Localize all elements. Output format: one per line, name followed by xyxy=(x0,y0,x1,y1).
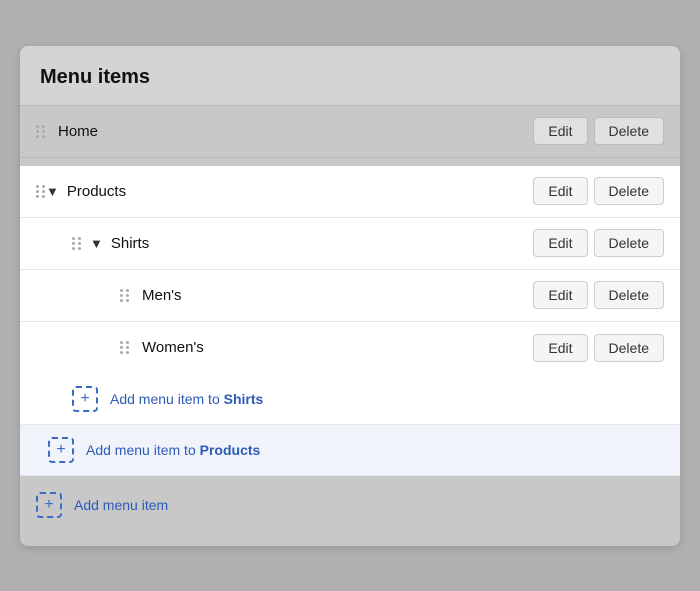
womens-edit-button[interactable]: Edit xyxy=(533,334,587,362)
mens-actions: Edit Delete xyxy=(533,281,664,309)
mens-edit-button[interactable]: Edit xyxy=(533,281,587,309)
home-actions: Edit Delete xyxy=(533,117,664,145)
add-to-products-label: Add menu item to Products xyxy=(86,442,260,458)
shirts-delete-button[interactable]: Delete xyxy=(594,229,664,257)
drag-handle-products[interactable] xyxy=(36,185,46,198)
drag-handle-mens[interactable] xyxy=(120,289,130,302)
page-title: Menu items xyxy=(20,46,680,106)
mens-label: Men's xyxy=(142,287,533,304)
menu-row-mens: Men's Edit Delete xyxy=(20,270,680,322)
shirts-label: Shirts xyxy=(111,235,534,252)
add-to-shirts-icon: + xyxy=(72,386,98,412)
home-delete-button[interactable]: Delete xyxy=(594,117,664,145)
chevron-products: ▼ xyxy=(46,184,59,199)
home-edit-button[interactable]: Edit xyxy=(533,117,587,145)
womens-actions: Edit Delete xyxy=(533,334,664,362)
menu-row-womens: Women's Edit Delete xyxy=(20,322,680,374)
add-root-row[interactable]: + Add menu item xyxy=(20,480,680,530)
add-root-icon: + xyxy=(36,492,62,518)
products-label: Products xyxy=(67,183,534,200)
menu-items-panel: Menu items Home Edit Delete ▼ Products E… xyxy=(20,46,680,546)
products-actions: Edit Delete xyxy=(533,177,664,205)
add-to-shirts-row[interactable]: + Add menu item to Shirts xyxy=(20,374,680,425)
menu-row-shirts: ▼ Shirts Edit Delete xyxy=(20,218,680,270)
shirts-edit-button[interactable]: Edit xyxy=(533,229,587,257)
products-edit-button[interactable]: Edit xyxy=(533,177,587,205)
womens-label: Women's xyxy=(142,339,533,356)
add-to-shirts-label: Add menu item to Shirts xyxy=(110,391,263,407)
menu-row-products: ▼ Products Edit Delete xyxy=(20,166,680,218)
mens-delete-button[interactable]: Delete xyxy=(594,281,664,309)
drag-handle-home[interactable] xyxy=(36,125,46,138)
add-root-label: Add menu item xyxy=(74,497,168,513)
home-label: Home xyxy=(58,123,533,140)
chevron-shirts: ▼ xyxy=(90,236,103,251)
shirts-actions: Edit Delete xyxy=(533,229,664,257)
add-to-products-icon: + xyxy=(48,437,74,463)
menu-row-home: Home Edit Delete xyxy=(20,106,680,158)
products-section: ▼ Products Edit Delete ▼ Shirts Edit Del… xyxy=(20,166,680,374)
drag-handle-womens[interactable] xyxy=(120,341,130,354)
products-delete-button[interactable]: Delete xyxy=(594,177,664,205)
drag-handle-shirts[interactable] xyxy=(72,237,82,250)
womens-delete-button[interactable]: Delete xyxy=(594,334,664,362)
add-to-products-row[interactable]: + Add menu item to Products xyxy=(20,425,680,476)
